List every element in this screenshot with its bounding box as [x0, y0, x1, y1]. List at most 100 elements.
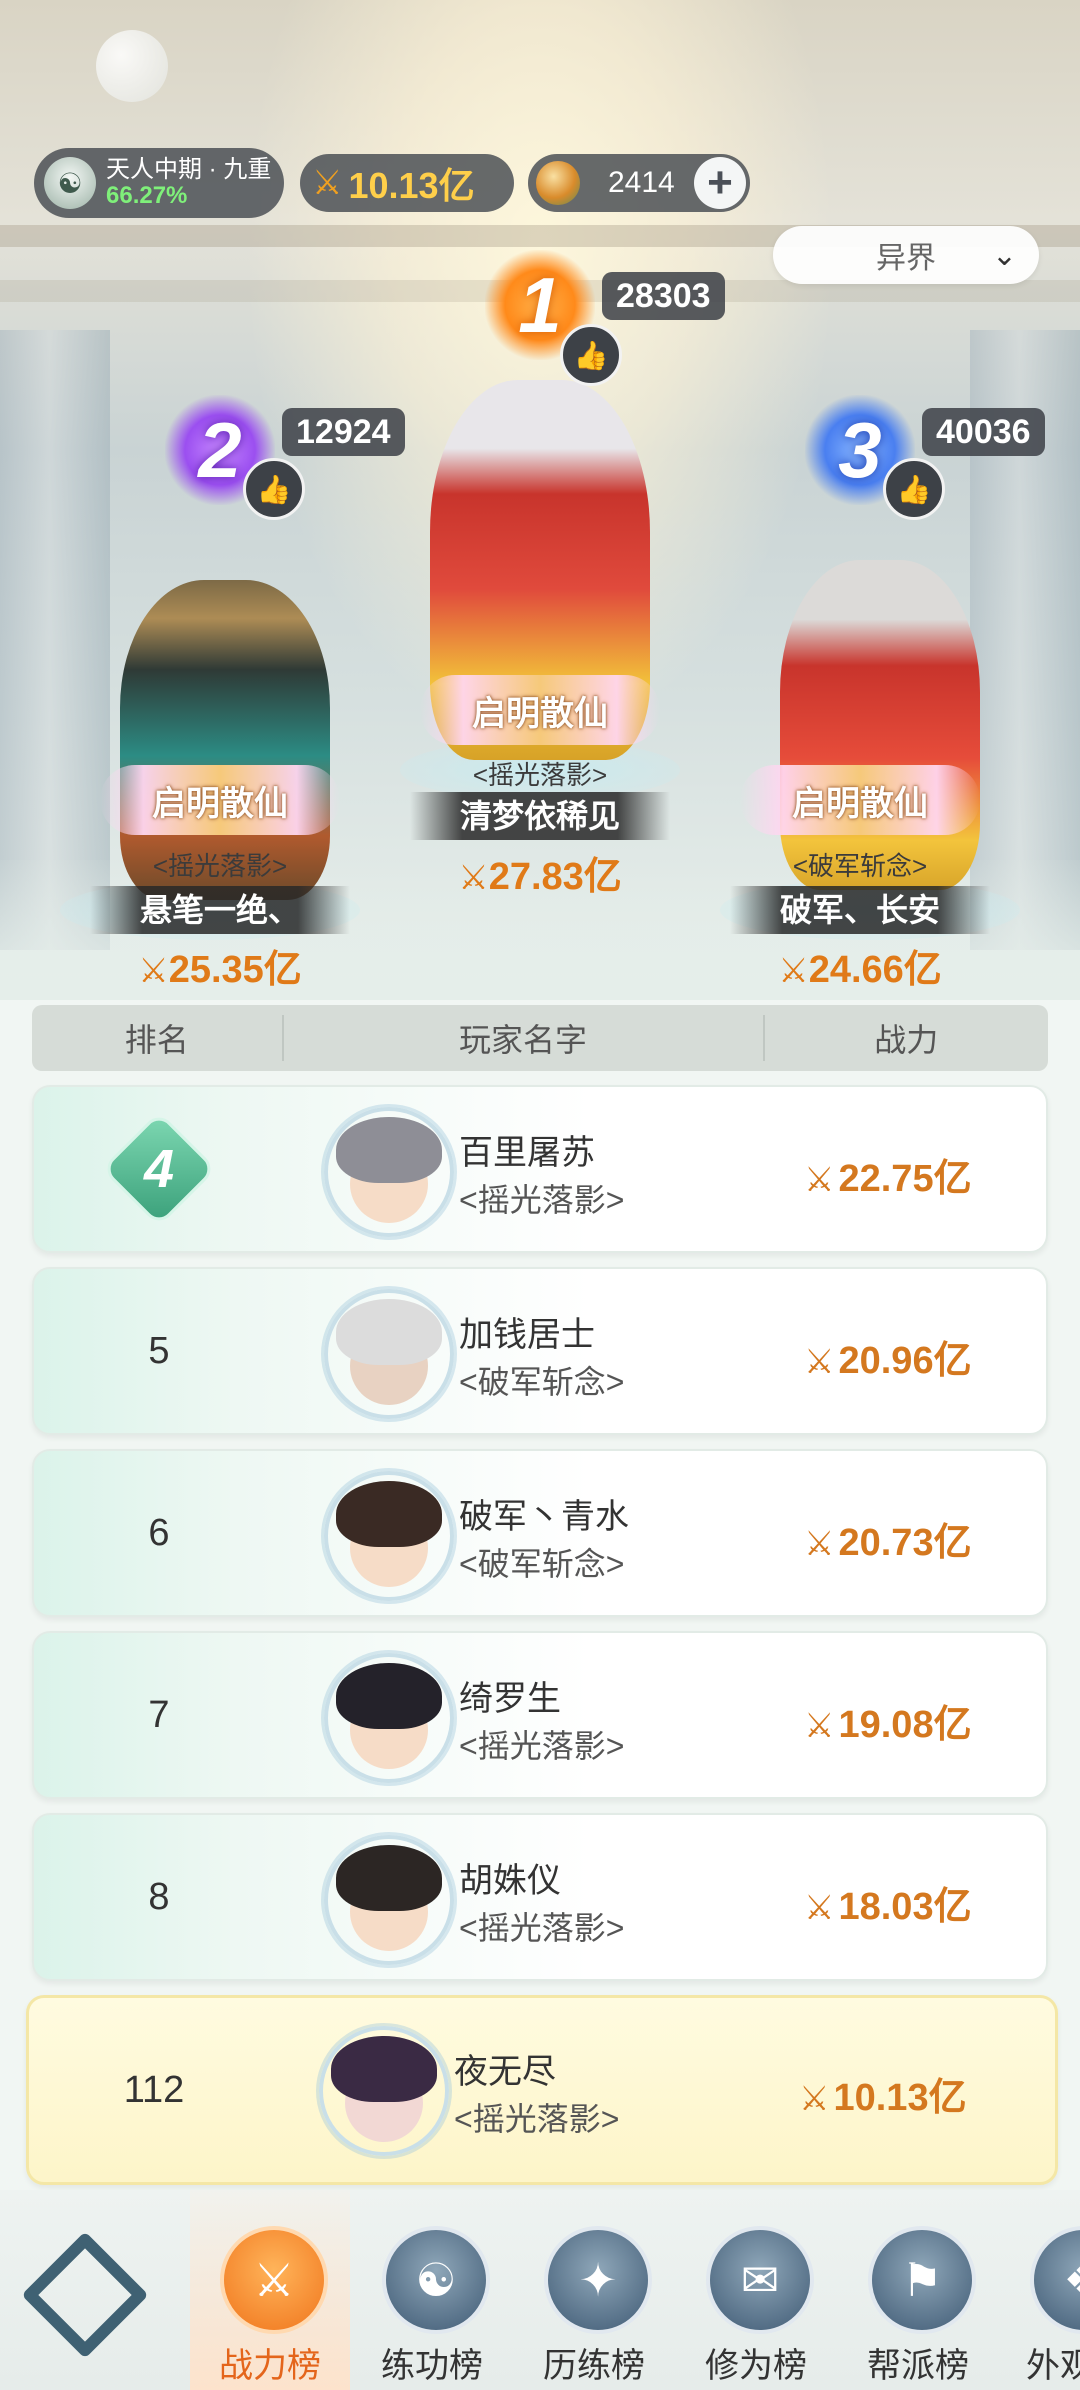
- menu-logo-icon[interactable]: [21, 2231, 149, 2359]
- rank3-power: ⚔24.66亿: [730, 938, 990, 993]
- tab-label: 历练榜: [543, 2347, 645, 2385]
- sword-power-icon: ⚔: [804, 1161, 835, 1199]
- player-name: 破军丶青水: [459, 1498, 629, 1536]
- rank1-title: 启明散仙: [420, 675, 660, 745]
- power-value: 10.13亿: [833, 2077, 967, 2119]
- rank-cell: 112: [123, 2068, 185, 2111]
- rank2-power: ⚔25.35亿: [90, 938, 350, 993]
- rank-badge-icon: 4: [101, 1111, 217, 1227]
- plus-icon: +: [707, 158, 733, 207]
- player-sect: <破军斩念>: [459, 1364, 625, 1400]
- player-sect: <摇光落影>: [459, 1910, 625, 1946]
- tab-guild-ranking[interactable]: ⚑ 帮派榜: [838, 2190, 998, 2390]
- player-power: ⚔ 19.08亿: [804, 1693, 1034, 1748]
- realm-status[interactable]: ☯ 天人中期 · 九重 66.27%: [34, 148, 284, 218]
- avatar[interactable]: [319, 2026, 449, 2156]
- server-dropdown[interactable]: 异界 ⌄: [773, 226, 1039, 284]
- rank-value: 4: [143, 1138, 175, 1199]
- player-name: 夜无尽: [454, 2053, 556, 2091]
- currency-display: 2414 +: [528, 154, 750, 212]
- sword-power-icon: ⚔: [804, 1889, 835, 1927]
- tab-cultivation-ranking[interactable]: ✉ 修为榜: [676, 2190, 836, 2390]
- player-power: ⚔ 20.73亿: [804, 1511, 1034, 1566]
- rank-cell: 4: [34, 1087, 284, 1251]
- leaderboard-tab-bar: ⚔ 战力榜 ☯ 练功榜 ✦ 历练榜 ✉ 修为榜 ⚑ 帮派榜 ❖ 外观: [0, 2190, 1080, 2390]
- rank2-name: 悬笔一绝、: [90, 886, 350, 934]
- realm-name: 天人中期 · 九重: [106, 156, 272, 183]
- power-value: 18.03亿: [838, 1886, 972, 1928]
- table-row[interactable]: 7 绮罗生 <摇光落影> ⚔ 19.08亿: [32, 1631, 1048, 1799]
- table-row[interactable]: 8 胡姝仪 <摇光落影> ⚔ 18.03亿: [32, 1813, 1048, 1981]
- sword-power-icon: ⚔: [799, 2080, 830, 2118]
- player-name: 百里屠苏: [459, 1134, 595, 1172]
- rank2-likes: 12924: [282, 408, 405, 456]
- player-sect: <摇光落影>: [454, 2101, 620, 2137]
- thumbs-up-icon[interactable]: 👍: [883, 458, 945, 520]
- rank3-likes: 40036: [922, 408, 1045, 456]
- compass-icon: ✦: [544, 2226, 652, 2334]
- rank-cell: 6: [148, 1511, 170, 1554]
- jade-currency-icon: [536, 161, 580, 205]
- header-power: 战力: [874, 1022, 939, 1058]
- add-currency-button[interactable]: +: [694, 157, 746, 209]
- player-sect: <摇光落影>: [459, 1182, 625, 1218]
- rank3-power-value: 24.66亿: [808, 949, 942, 991]
- avatar[interactable]: [324, 1471, 454, 1601]
- avatar[interactable]: [324, 1289, 454, 1419]
- rank2-title: 启明散仙: [100, 765, 340, 835]
- rank1-name: 清梦依稀见: [410, 792, 670, 840]
- tab-experience-ranking[interactable]: ✦ 历练榜: [514, 2190, 674, 2390]
- tab-power-ranking[interactable]: ⚔ 战力榜: [190, 2190, 350, 2390]
- table-row[interactable]: 4 百里屠苏 <摇光落影> ⚔ 22.75亿: [32, 1085, 1048, 1253]
- tab-appearance-ranking[interactable]: ❖ 外观: [1000, 2190, 1080, 2390]
- avatar[interactable]: [324, 1653, 454, 1783]
- avatar[interactable]: [324, 1107, 454, 1237]
- table-row[interactable]: 6 破军丶青水 <破军斩念> ⚔ 20.73亿: [32, 1449, 1048, 1617]
- realm-progress: 66.27%: [106, 182, 188, 209]
- chevron-down-icon: ⌄: [991, 239, 1017, 272]
- sword-power-icon: ⚔: [138, 952, 169, 990]
- rank1-sect: <摇光落影>: [472, 760, 608, 790]
- header-player-name: 玩家名字: [281, 1015, 765, 1061]
- rank3-title: 启明散仙: [740, 765, 980, 835]
- thumbs-up-icon[interactable]: 👍: [243, 458, 305, 520]
- rank-cell: 5: [148, 1329, 170, 1372]
- banner-icon: ⚑: [868, 2226, 976, 2334]
- cultivator-icon: ☯: [44, 157, 96, 209]
- rank2-power-value: 25.35亿: [168, 949, 302, 991]
- tab-label: 练功榜: [381, 2347, 483, 2385]
- my-rank-row[interactable]: 112 夜无尽 <摇光落影> ⚔ 10.13亿: [26, 1995, 1058, 2185]
- power-value: 19.08亿: [838, 1704, 972, 1746]
- sword-power-icon: ⚔: [804, 1707, 835, 1745]
- tab-training-ranking[interactable]: ☯ 练功榜: [352, 2190, 512, 2390]
- crossed-swords-icon: ⚔: [220, 2226, 328, 2334]
- player-sect: <破军斩念>: [459, 1546, 625, 1582]
- power-value: 20.96亿: [838, 1340, 972, 1382]
- ranking-table-header: 排名 玩家名字 战力: [32, 1005, 1048, 1071]
- player-name: 胡姝仪: [459, 1862, 561, 1900]
- yin-yang-icon: ☯: [382, 2226, 490, 2334]
- power-value: 22.75亿: [838, 1158, 972, 1200]
- avatar[interactable]: [324, 1835, 454, 1965]
- fan-icon: ❖: [1030, 2226, 1080, 2334]
- player-power: 10.13亿: [348, 165, 475, 206]
- table-row[interactable]: 5 加钱居士 <破军斩念> ⚔ 20.96亿: [32, 1267, 1048, 1435]
- tab-label: 帮派榜: [867, 2347, 969, 2385]
- sword-power-icon: ⚔: [778, 952, 809, 990]
- currency-amount: 2414: [608, 166, 675, 199]
- rank1-power: ⚔27.83亿: [410, 845, 670, 900]
- sword-power-icon: ⚔: [312, 164, 343, 202]
- server-select-value: 异界: [876, 242, 936, 275]
- tab-label: 外观: [1026, 2347, 1080, 2385]
- sword-power-icon: ⚔: [804, 1343, 835, 1381]
- thumbs-up-icon[interactable]: 👍: [560, 324, 622, 386]
- rank-cell: 8: [148, 1875, 170, 1918]
- rank1-power-value: 27.83亿: [488, 856, 622, 898]
- power-display: ⚔ 10.13亿: [300, 154, 514, 212]
- player-sect: <摇光落影>: [459, 1728, 625, 1764]
- rank3-character[interactable]: [780, 560, 980, 890]
- player-power: ⚔ 18.03亿: [804, 1875, 1034, 1930]
- rank2-sect: <摇光落影>: [152, 851, 288, 881]
- rank3-sect: <破军斩念>: [792, 851, 928, 881]
- tab-label: 修为榜: [705, 2347, 807, 2385]
